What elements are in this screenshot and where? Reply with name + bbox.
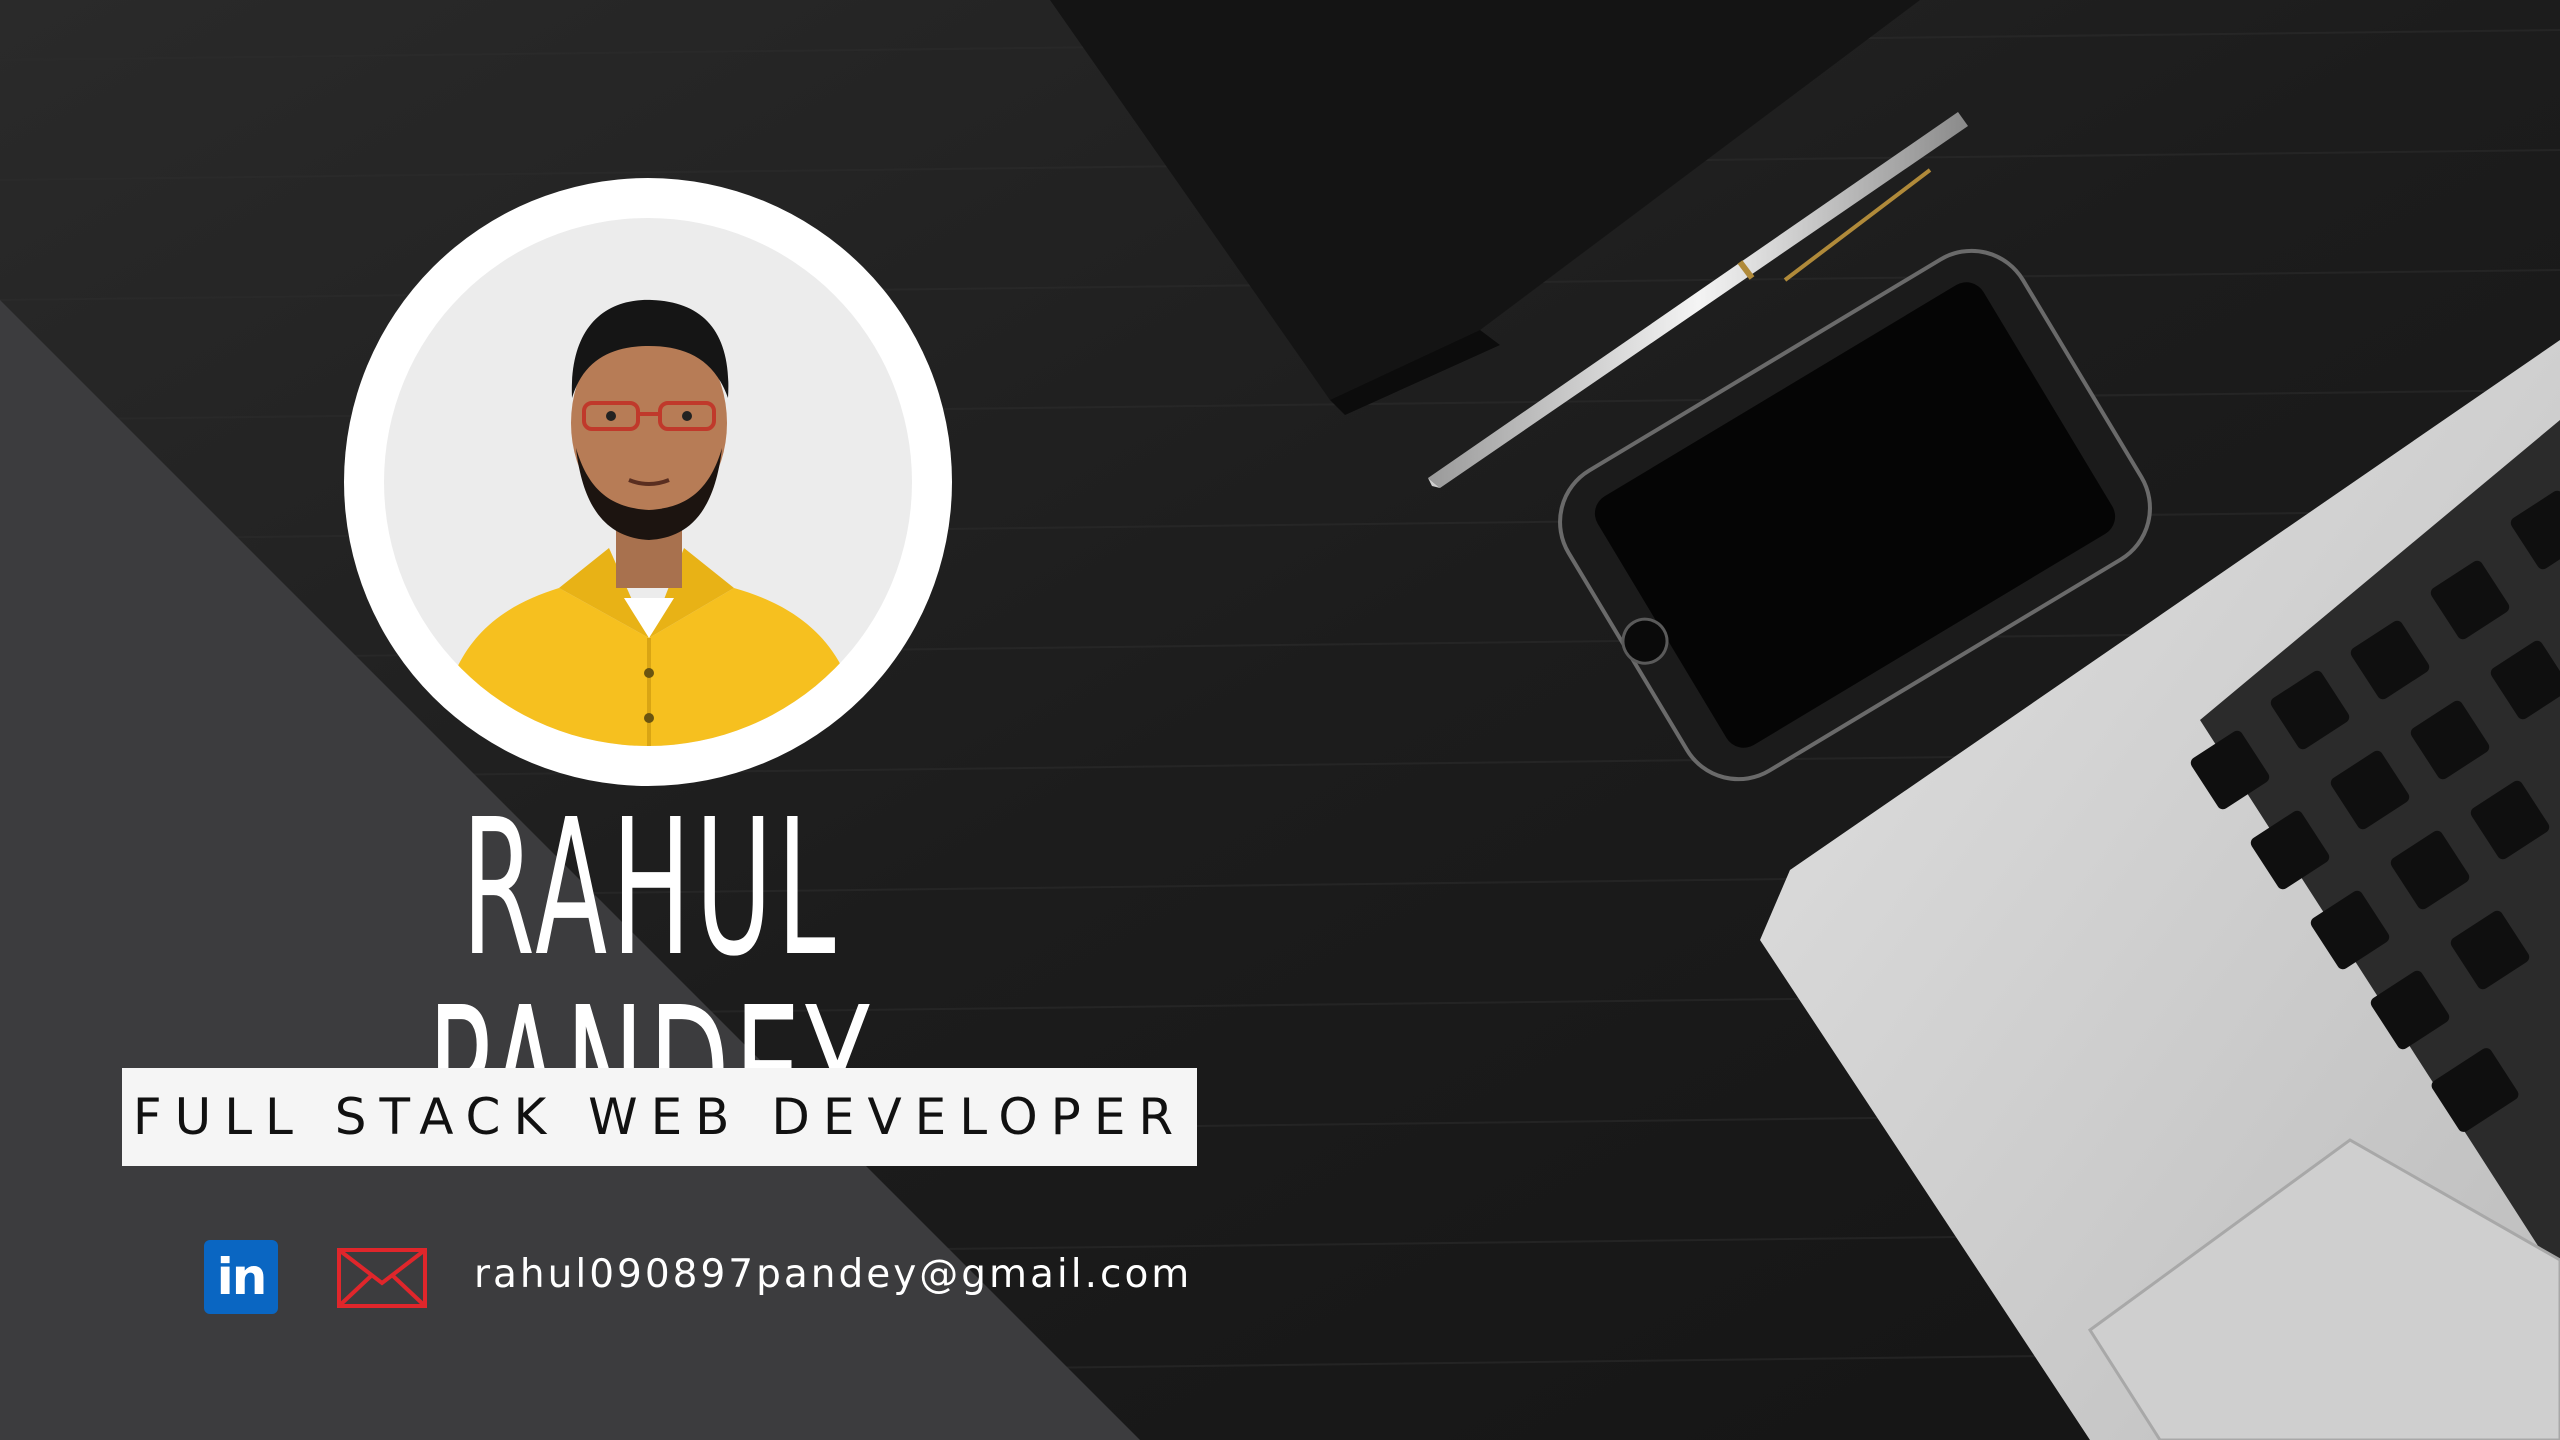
person-illustration [439,299,864,746]
linkedin-glyph: in [216,1248,268,1306]
diagonal-overlay [0,300,1140,1440]
email-address[interactable]: rahul090897pandey@gmail.com [474,1252,1192,1297]
role-badge: FULL STACK WEB DEVELOPER [122,1068,1197,1166]
linkedin-icon[interactable]: in [204,1240,278,1314]
mail-icon[interactable] [336,1247,428,1309]
role-title: FULL STACK WEB DEVELOPER [132,1088,1187,1146]
avatar [384,218,912,746]
profile-photo [344,178,952,786]
